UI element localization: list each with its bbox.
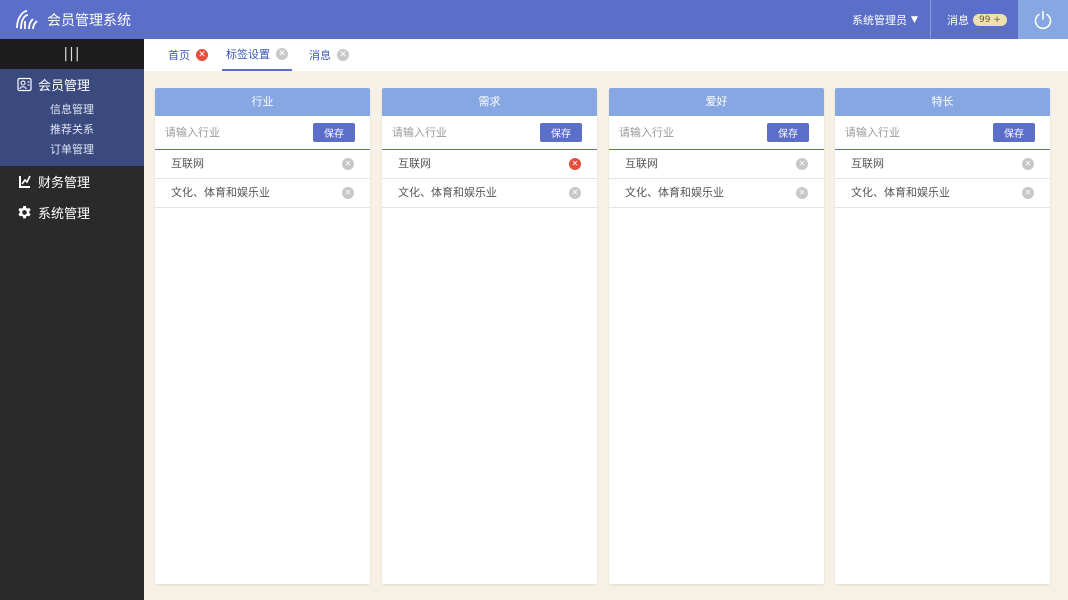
user-menu[interactable]: 系统管理员 ▼ [852, 12, 918, 28]
tab-bar: 首页 ✕ 标签设置 ✕ 消息 ✕ [144, 39, 1068, 71]
sidebar: ||| 会员管理 信息管理 推荐关系 订单管理 财务管理 系统管理 [0, 39, 144, 600]
tag-label: 互联网 [851, 157, 884, 170]
tag-label: 互联网 [171, 157, 204, 170]
save-button[interactable]: 保存 [540, 123, 582, 142]
panel-form: 保存 [382, 116, 597, 150]
remove-icon[interactable]: ✕ [342, 158, 354, 170]
sidebar-item-finance[interactable]: 财务管理 [0, 166, 144, 197]
member-icon [16, 77, 32, 93]
tag-row: 文化、体育和娱乐业 ✕ [609, 179, 824, 208]
sidebar-subitem-info[interactable]: 信息管理 [0, 100, 144, 120]
remove-icon[interactable]: ✕ [796, 187, 808, 199]
messages-button[interactable]: 消息 99 + [947, 12, 1007, 28]
panel-form: 保存 [155, 116, 370, 150]
panel-title: 行业 [155, 88, 370, 116]
panel-title: 爱好 [609, 88, 824, 116]
messages-label: 消息 [947, 14, 969, 27]
tag-row: 文化、体育和娱乐业 ✕ [382, 179, 597, 208]
sidebar-item-label: 财务管理 [38, 176, 91, 191]
panel-needs: 需求 保存 互联网 ✕ 文化、体育和娱乐业 ✕ [382, 88, 597, 584]
sidebar-subitem-referral[interactable]: 推荐关系 [0, 120, 144, 140]
power-button[interactable] [1018, 0, 1068, 39]
remove-icon[interactable]: ✕ [1022, 187, 1034, 199]
save-button[interactable]: 保存 [313, 123, 355, 142]
close-icon[interactable]: ✕ [276, 48, 288, 60]
tab-label: 首页 [168, 49, 190, 62]
remove-icon[interactable]: ✕ [1022, 158, 1034, 170]
close-icon[interactable]: ✕ [337, 49, 349, 61]
tab-label: 消息 [309, 49, 331, 62]
caret-down-icon: ▼ [911, 15, 918, 25]
tag-label: 文化、体育和娱乐业 [398, 186, 497, 199]
panel-title: 特长 [835, 88, 1050, 116]
tag-row: 互联网 ✕ [609, 150, 824, 179]
remove-icon[interactable]: ✕ [342, 187, 354, 199]
nav-group-member: 会员管理 信息管理 推荐关系 订单管理 [0, 69, 144, 166]
menu-bars-icon[interactable]: ||| [0, 39, 144, 69]
tag-input[interactable] [392, 122, 532, 142]
gear-icon [16, 205, 32, 221]
sidebar-item-member[interactable]: 会员管理 [0, 69, 144, 100]
tag-label: 互联网 [625, 157, 658, 170]
tab-label: 标签设置 [226, 48, 270, 61]
tag-input[interactable] [165, 122, 305, 142]
panel-industry: 行业 保存 互联网 ✕ 文化、体育和娱乐业 ✕ [155, 88, 370, 584]
panel-hobbies: 爱好 保存 互联网 ✕ 文化、体育和娱乐业 ✕ [609, 88, 824, 584]
tag-row: 互联网 ✕ [155, 150, 370, 179]
panel-form: 保存 [609, 116, 824, 150]
sidebar-item-label: 系统管理 [38, 207, 91, 222]
tab-tag-settings[interactable]: 标签设置 ✕ [222, 39, 292, 71]
tag-row: 互联网 ✕ [835, 150, 1050, 179]
panel-skills: 特长 保存 互联网 ✕ 文化、体育和娱乐业 ✕ [835, 88, 1050, 584]
close-icon[interactable]: ✕ [196, 49, 208, 61]
app-title: 会员管理系统 [47, 13, 131, 29]
tag-input[interactable] [619, 122, 759, 142]
tag-label: 文化、体育和娱乐业 [171, 186, 270, 199]
sidebar-item-system[interactable]: 系统管理 [0, 197, 144, 228]
sidebar-subitem-orders[interactable]: 订单管理 [0, 140, 144, 160]
tag-label: 互联网 [398, 157, 431, 170]
tab-messages[interactable]: 消息 ✕ [309, 39, 349, 71]
save-button[interactable]: 保存 [993, 123, 1035, 142]
remove-icon[interactable]: ✕ [796, 158, 808, 170]
tag-label: 文化、体育和娱乐业 [625, 186, 724, 199]
remove-icon[interactable]: ✕ [569, 187, 581, 199]
messages-badge: 99 + [973, 14, 1007, 26]
tag-row: 文化、体育和娱乐业 ✕ [835, 179, 1050, 208]
logo-icon [16, 10, 38, 30]
header-divider [930, 0, 931, 39]
user-label: 系统管理员 [852, 14, 907, 27]
tag-row: 文化、体育和娱乐业 ✕ [155, 179, 370, 208]
tag-row: 互联网 ✕ [382, 150, 597, 179]
remove-icon[interactable]: ✕ [569, 158, 581, 170]
tag-input[interactable] [845, 122, 985, 142]
power-icon [1034, 10, 1052, 29]
finance-icon [16, 174, 32, 190]
tag-label: 文化、体育和娱乐业 [851, 186, 950, 199]
save-button[interactable]: 保存 [767, 123, 809, 142]
panel-title: 需求 [382, 88, 597, 116]
panel-form: 保存 [835, 116, 1050, 150]
top-header: 会员管理系统 系统管理员 ▼ 消息 99 + [0, 0, 1068, 39]
tab-home[interactable]: 首页 ✕ [168, 39, 208, 71]
sidebar-item-label: 会员管理 [38, 79, 91, 94]
